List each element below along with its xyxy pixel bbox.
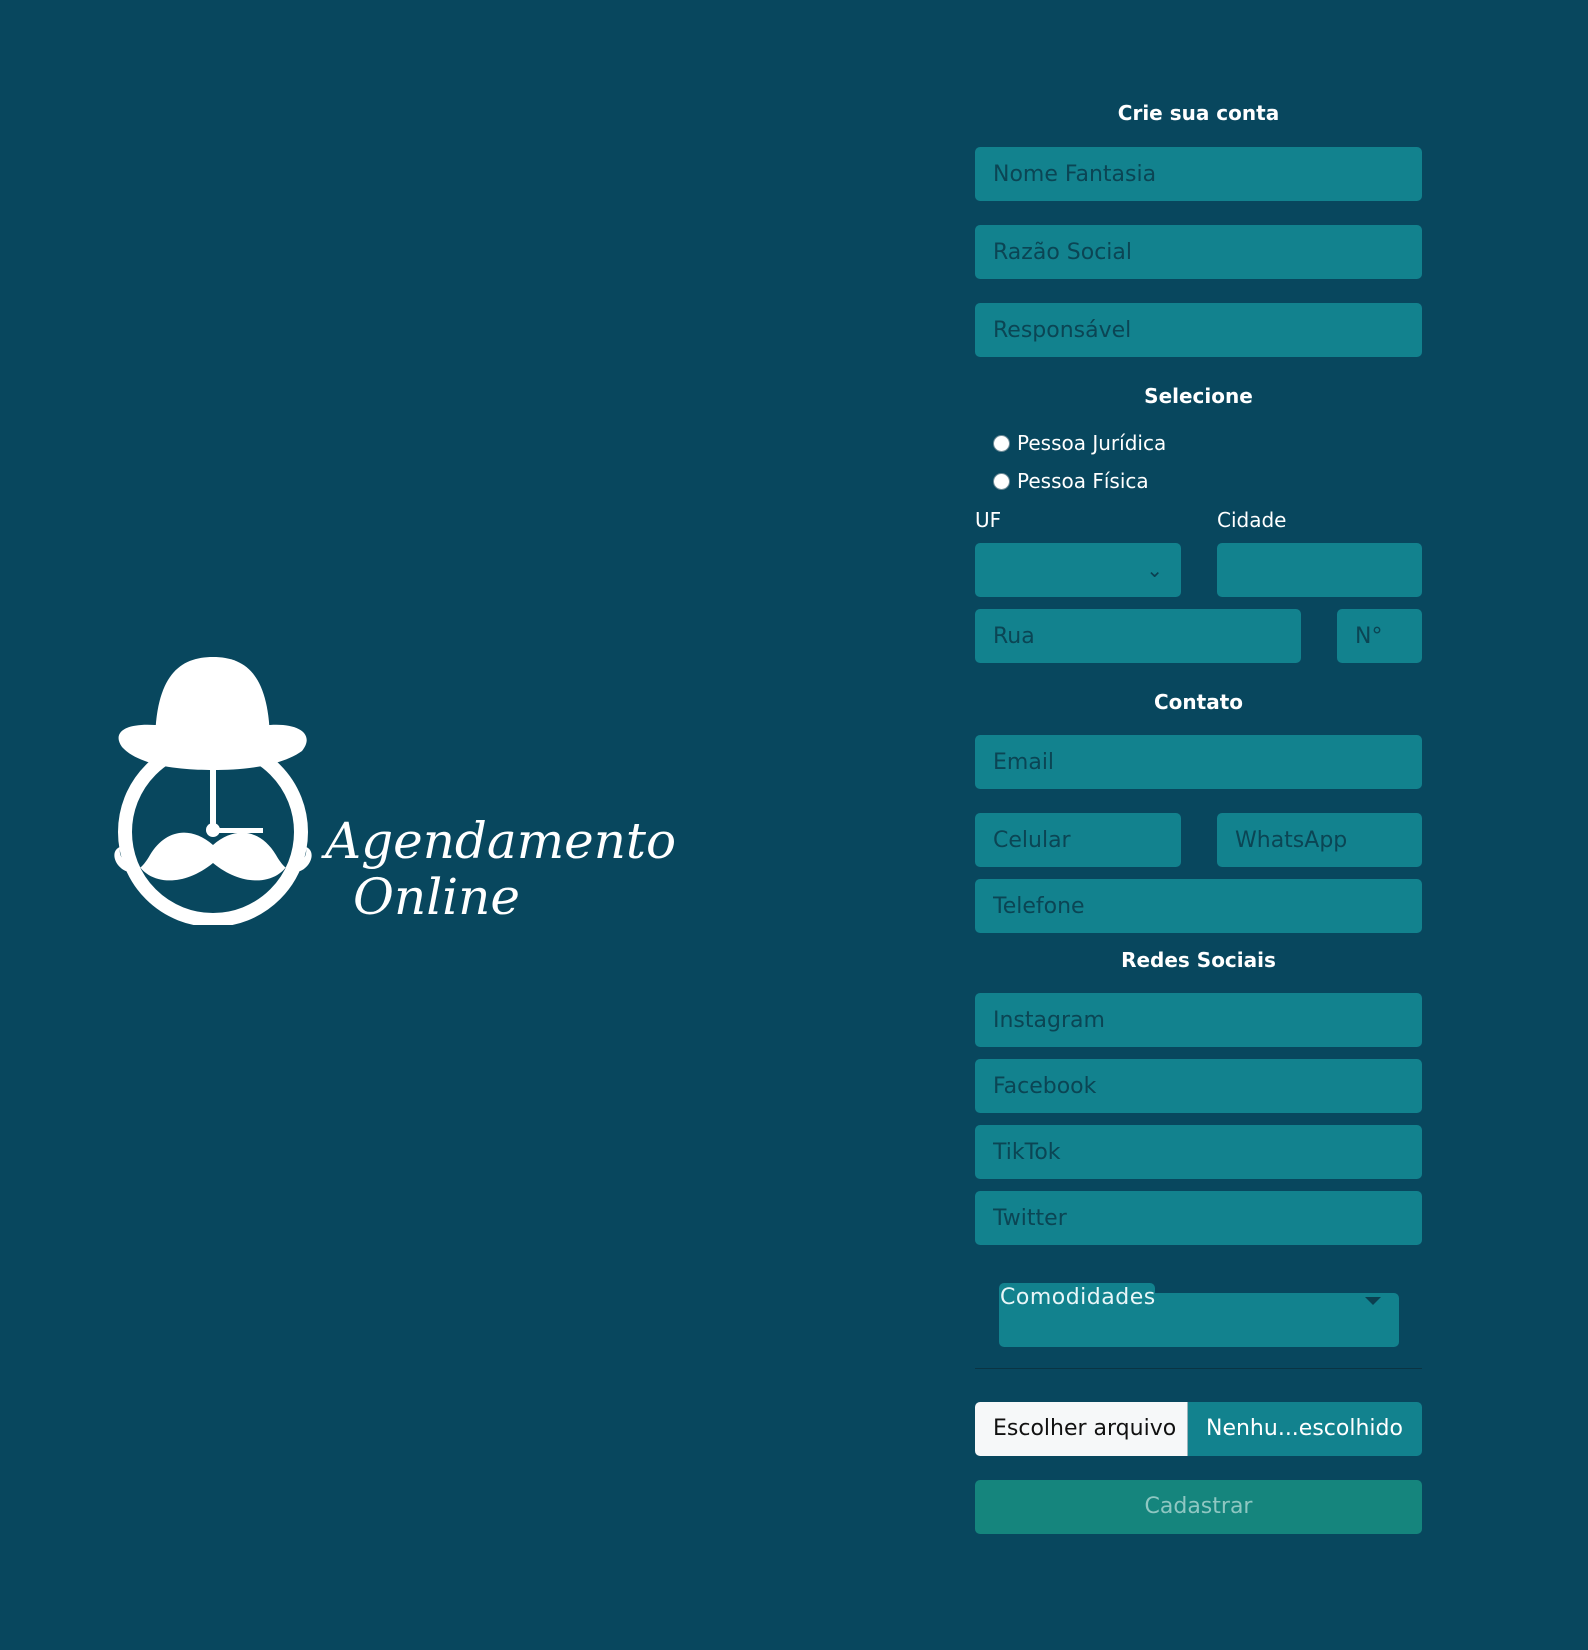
razao-social-field[interactable] (975, 225, 1422, 279)
caret-down-icon[interactable] (1365, 1297, 1381, 1305)
radio-button[interactable] (993, 472, 1010, 490)
social-title: Redes Sociais (1121, 948, 1276, 972)
responsavel-input[interactable] (975, 303, 1422, 357)
comodidades-label: Comodidades (1000, 1285, 1156, 1310)
chevron-down-icon: ⌄ (1146, 558, 1163, 582)
responsavel-field[interactable] (975, 303, 1422, 357)
uf-label: UF (975, 508, 1002, 532)
radio-pessoa-juridica[interactable]: Pessoa Jurídica (993, 429, 1166, 457)
razao-social-input[interactable] (975, 225, 1422, 279)
brand-name-line1: Agendamento (325, 812, 677, 870)
divider (975, 1368, 1422, 1369)
celular-input[interactable] (975, 813, 1181, 867)
numero-input[interactable] (1337, 609, 1422, 663)
brand-name: Agendamento Online (325, 813, 676, 925)
radio-button[interactable] (993, 434, 1010, 452)
nome-fantasia-field[interactable] (975, 147, 1422, 201)
file-upload[interactable]: Escolher arquivo Nenhu...escolhido (975, 1402, 1422, 1456)
cidade-label: Cidade (1217, 508, 1287, 532)
email-input[interactable] (975, 735, 1422, 789)
twitter-input[interactable] (975, 1191, 1422, 1245)
brand-logo: Agendamento Online (110, 655, 676, 935)
tiktok-field[interactable] (975, 1125, 1422, 1179)
cidade-field[interactable] (1217, 543, 1422, 597)
instagram-field[interactable] (975, 993, 1422, 1047)
cadastrar-button[interactable]: Cadastrar (975, 1480, 1422, 1534)
uf-select[interactable]: ⌄ (975, 543, 1181, 597)
choose-file-button[interactable]: Escolher arquivo (975, 1402, 1188, 1456)
rua-input[interactable] (975, 609, 1301, 663)
nome-fantasia-input[interactable] (975, 147, 1422, 201)
tiktok-input[interactable] (975, 1125, 1422, 1179)
telefone-input[interactable] (975, 879, 1422, 933)
bowler-hat-mustache-icon (114, 657, 312, 925)
numero-field[interactable] (1337, 609, 1422, 663)
brand-name-line2: Online (353, 868, 520, 926)
whatsapp-field[interactable] (1217, 813, 1422, 867)
facebook-input[interactable] (975, 1059, 1422, 1113)
facebook-field[interactable] (975, 1059, 1422, 1113)
telefone-field[interactable] (975, 879, 1422, 933)
whatsapp-input[interactable] (1217, 813, 1422, 867)
email-field[interactable] (975, 735, 1422, 789)
file-status: Nenhu...escolhido (1188, 1402, 1422, 1456)
cidade-input[interactable] (1217, 543, 1422, 597)
form-title: Crie sua conta (1117, 101, 1280, 125)
radio-label: Pessoa Jurídica (1017, 431, 1167, 455)
radio-pessoa-fisica[interactable]: Pessoa Física (993, 467, 1149, 495)
twitter-field[interactable] (975, 1191, 1422, 1245)
radio-label: Pessoa Física (1017, 469, 1149, 493)
instagram-input[interactable] (975, 993, 1422, 1047)
select-title: Selecione (1144, 384, 1253, 408)
contact-title: Contato (1153, 690, 1243, 714)
rua-field[interactable] (975, 609, 1301, 663)
celular-field[interactable] (975, 813, 1181, 867)
